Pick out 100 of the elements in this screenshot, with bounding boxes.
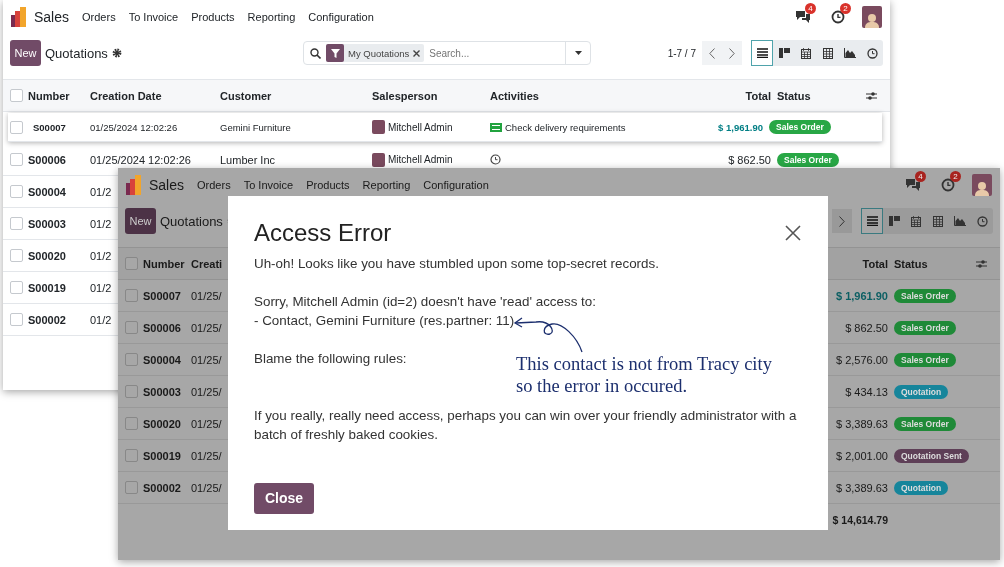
menu-item[interactable]: To Invoice bbox=[128, 10, 179, 23]
column-header[interactable]: Number bbox=[143, 257, 185, 270]
table-cell: Lumber Inc bbox=[220, 153, 276, 166]
column-header[interactable]: Number bbox=[28, 89, 70, 102]
table-cell: 01/25/ bbox=[191, 449, 222, 462]
table-cell: 01/25/2024 12:02:26 bbox=[90, 121, 178, 133]
order-number[interactable]: S00006 bbox=[143, 321, 181, 334]
order-number[interactable]: S00003 bbox=[143, 385, 181, 398]
order-number[interactable]: S00004 bbox=[28, 185, 66, 198]
column-header[interactable]: Total bbox=[745, 89, 771, 102]
column-header[interactable]: Status bbox=[771, 89, 811, 102]
order-number[interactable]: S00003 bbox=[28, 217, 66, 230]
checkbox[interactable] bbox=[125, 417, 138, 430]
order-number[interactable]: S00019 bbox=[143, 449, 181, 462]
table-cell: 01/25/ bbox=[191, 385, 222, 398]
chat-icon[interactable] bbox=[905, 177, 921, 192]
menu-item[interactable]: Configuration bbox=[308, 10, 374, 23]
logo-icon[interactable] bbox=[11, 6, 27, 27]
order-number[interactable]: S00007 bbox=[28, 121, 66, 133]
clock-icon[interactable] bbox=[941, 177, 955, 192]
column-header[interactable]: Salesperson bbox=[372, 89, 438, 102]
table-cell: Mitchell Admin bbox=[388, 154, 453, 165]
checkbox[interactable] bbox=[125, 449, 138, 462]
column-header[interactable]: Activities bbox=[490, 89, 539, 102]
dialog-text: Sorry, Mitchell Admin (id=2) doesn't have 'read' access to: bbox=[254, 293, 596, 311]
chevron-right-icon bbox=[839, 215, 845, 227]
checkbox[interactable] bbox=[10, 281, 23, 294]
select-all-checkbox[interactable] bbox=[10, 89, 23, 102]
settings-icon[interactable] bbox=[111, 48, 122, 58]
table-cell: 01/25/ bbox=[191, 321, 222, 334]
checkbox[interactable] bbox=[10, 217, 23, 230]
table-cell: 01/2 bbox=[90, 217, 112, 230]
checkbox[interactable] bbox=[10, 120, 23, 134]
amount-cell: $ 1,961.90 bbox=[836, 289, 888, 302]
column-header[interactable]: Customer bbox=[220, 89, 272, 102]
sliders-icon[interactable] bbox=[976, 258, 987, 269]
checkbox[interactable] bbox=[125, 481, 138, 494]
checkbox[interactable] bbox=[10, 249, 23, 262]
menu-item[interactable]: Orders bbox=[82, 10, 116, 23]
amount-cell: $ 862.50 bbox=[845, 321, 888, 334]
checkbox[interactable] bbox=[10, 185, 23, 198]
menu-item[interactable]: Configuration bbox=[423, 178, 489, 191]
column-header[interactable]: Creati bbox=[191, 257, 223, 270]
activity-icon[interactable] bbox=[490, 122, 502, 132]
close-button[interactable] bbox=[784, 224, 802, 242]
avatar bbox=[372, 120, 385, 134]
clock-icon[interactable] bbox=[490, 154, 501, 165]
close-icon[interactable] bbox=[413, 49, 421, 57]
order-number[interactable]: S00007 bbox=[143, 289, 181, 302]
chevron-left-icon bbox=[709, 47, 715, 59]
checkbox[interactable] bbox=[125, 385, 138, 398]
order-number[interactable]: S00004 bbox=[143, 353, 181, 366]
chat-icon[interactable] bbox=[795, 9, 811, 24]
checkbox[interactable] bbox=[10, 313, 23, 326]
app-name[interactable]: Sales bbox=[34, 8, 70, 25]
new-button[interactable]: New bbox=[10, 40, 41, 66]
checkbox[interactable] bbox=[10, 153, 23, 166]
clock-icon bbox=[976, 215, 988, 227]
notification-badge: 4 bbox=[915, 170, 926, 182]
caret-icon[interactable] bbox=[574, 51, 582, 55]
checkbox[interactable] bbox=[125, 289, 138, 302]
menu-item[interactable]: Products bbox=[191, 10, 235, 23]
notification-badge: 2 bbox=[950, 170, 961, 182]
user-avatar[interactable] bbox=[862, 5, 882, 28]
new-button[interactable]: New bbox=[125, 208, 156, 234]
table-cell: 01/25/ bbox=[191, 481, 222, 494]
status-badge: Sales Order bbox=[894, 416, 956, 431]
column-header[interactable]: Status bbox=[888, 257, 928, 270]
dialog-text: Blame the following rules: bbox=[254, 350, 407, 368]
menu-item[interactable]: Orders bbox=[197, 178, 231, 191]
clock-icon[interactable] bbox=[831, 9, 845, 24]
order-number[interactable]: S00020 bbox=[28, 249, 66, 262]
column-header[interactable]: Total bbox=[862, 257, 888, 270]
app-name[interactable]: Sales bbox=[149, 176, 185, 193]
sliders-icon[interactable] bbox=[866, 90, 877, 101]
order-number[interactable]: S00006 bbox=[28, 153, 66, 166]
checkbox[interactable] bbox=[125, 353, 138, 366]
order-number[interactable]: S00002 bbox=[143, 481, 181, 494]
calendar-icon bbox=[801, 47, 811, 59]
select-all-checkbox[interactable] bbox=[125, 257, 138, 270]
close-button[interactable]: Close bbox=[254, 483, 315, 514]
user-avatar[interactable] bbox=[972, 173, 992, 196]
checkbox[interactable] bbox=[125, 321, 138, 334]
menu-item[interactable]: Reporting bbox=[247, 10, 296, 23]
view-switch-button[interactable] bbox=[751, 40, 773, 66]
table-cell: Gemini Furniture bbox=[220, 121, 291, 133]
clock-icon bbox=[866, 47, 878, 59]
activity-text[interactable]: Check delivery requirements bbox=[505, 121, 626, 133]
column-header[interactable]: Creation Date bbox=[90, 89, 162, 102]
order-number[interactable]: S00020 bbox=[143, 417, 181, 430]
menu-item[interactable]: Reporting bbox=[362, 178, 411, 191]
search-input[interactable]: Search... bbox=[429, 47, 560, 59]
calendar-icon bbox=[911, 215, 921, 227]
dialog-text: - Contact, Gemini Furniture (res.partner: 11) bbox=[254, 312, 516, 330]
menu-item[interactable]: To Invoice bbox=[243, 178, 294, 191]
order-number[interactable]: S00019 bbox=[28, 281, 66, 294]
view-switch-button[interactable] bbox=[861, 208, 883, 234]
logo-icon[interactable] bbox=[126, 174, 142, 195]
order-number[interactable]: S00002 bbox=[28, 313, 66, 326]
menu-item[interactable]: Products bbox=[306, 178, 350, 191]
